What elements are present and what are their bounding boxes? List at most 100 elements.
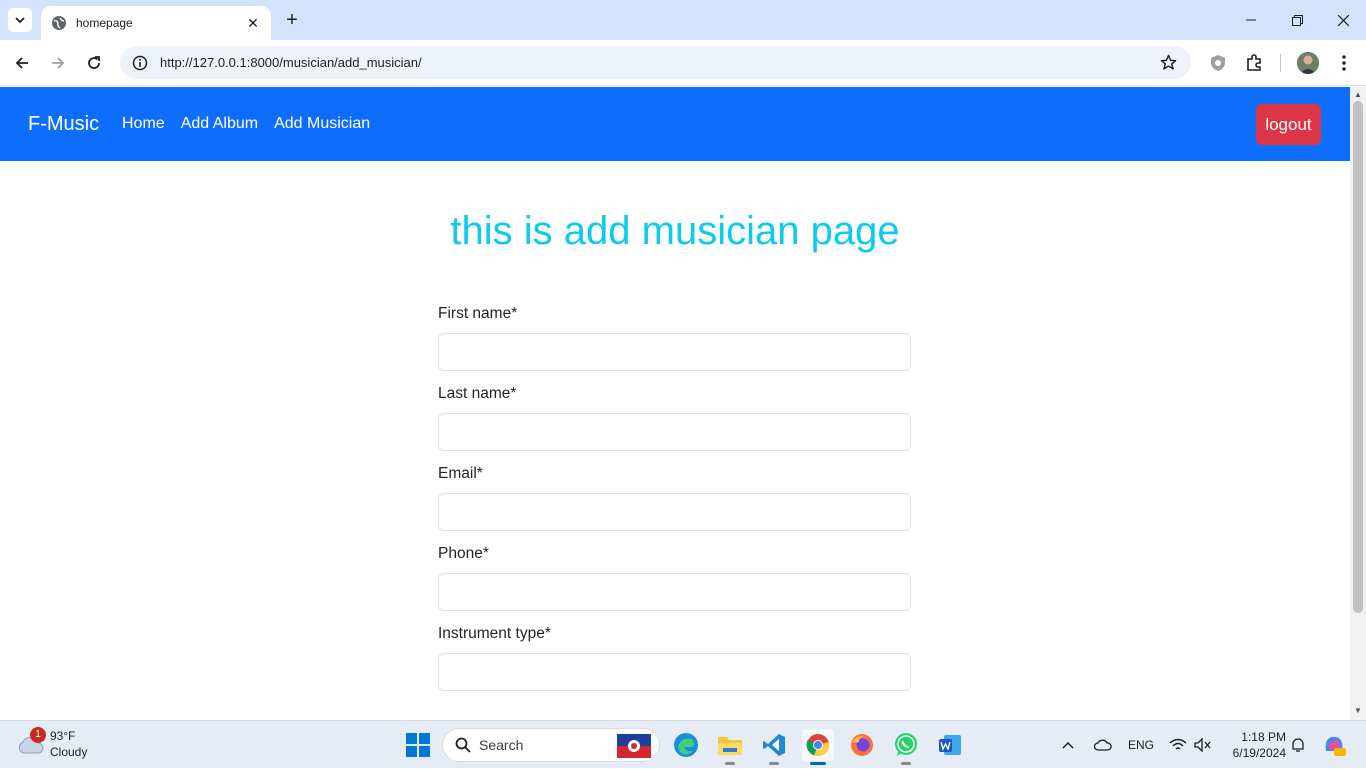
instrument-type-label: Instrument type* <box>438 625 551 642</box>
search-icon <box>455 737 471 753</box>
wifi-tray-icon[interactable] <box>1169 721 1187 769</box>
page-title: this is add musician page <box>450 209 900 253</box>
nav-link-add-musician[interactable]: Add Musician <box>274 115 370 133</box>
volume-tray-icon[interactable] <box>1194 721 1212 769</box>
back-button[interactable] <box>10 51 34 75</box>
copilot-button[interactable] <box>1322 721 1346 769</box>
taskbar-clock[interactable]: 1:18 PM 6/19/2024 <box>1224 729 1286 761</box>
clock-time: 1:18 PM <box>1241 730 1286 744</box>
profile-avatar[interactable] <box>1297 52 1319 74</box>
tab-search-button[interactable] <box>8 8 32 32</box>
restore-icon <box>1291 14 1303 26</box>
start-button[interactable] <box>402 729 434 761</box>
word-icon <box>939 735 961 755</box>
arrow-left-icon <box>15 57 28 69</box>
onedrive-tray-icon[interactable] <box>1094 721 1112 769</box>
instrument-type-input[interactable] <box>438 653 911 691</box>
scroll-down-arrow-icon[interactable]: ▼ <box>1354 707 1362 715</box>
weather-widget[interactable]: 1 93°F Cloudy <box>16 727 106 763</box>
scroll-up-arrow-icon[interactable]: ▲ <box>1354 91 1362 99</box>
brand-link[interactable]: F-Music <box>28 113 99 136</box>
puzzle-icon <box>1247 54 1261 71</box>
site-info-icon[interactable] <box>132 55 148 71</box>
bell-icon <box>1292 738 1304 752</box>
logout-button[interactable]: logout <box>1256 104 1321 145</box>
minimize-button[interactable] <box>1228 0 1274 40</box>
chevron-down-icon <box>15 17 25 24</box>
scrollbar-thumb[interactable] <box>1353 101 1363 613</box>
windows-taskbar: 1 93°F Cloudy Search ENG 1:18 PM 6/19/20… <box>0 720 1366 768</box>
browser-toolbar: http://127.0.0.1:8000/musician/add_music… <box>0 40 1366 86</box>
reload-button[interactable] <box>82 51 106 75</box>
language-indicator[interactable]: ENG <box>1128 721 1154 769</box>
weather-condition: Cloudy <box>50 745 88 759</box>
shield-extension-button[interactable] <box>1207 52 1229 74</box>
phone-label: Phone* <box>438 545 489 562</box>
address-bar[interactable]: http://127.0.0.1:8000/musician/add_music… <box>120 46 1191 79</box>
notifications-button[interactable] <box>1290 721 1306 769</box>
bookmark-star-icon[interactable] <box>1160 54 1177 71</box>
avatar-icon <box>1297 52 1319 74</box>
copilot-icon <box>1325 737 1346 756</box>
minimize-icon <box>1246 19 1256 21</box>
edge-icon <box>674 733 698 757</box>
close-window-button[interactable] <box>1320 0 1366 40</box>
weather-badge: 1 <box>30 727 46 743</box>
last-name-label: Last name* <box>438 385 517 402</box>
wifi-icon <box>1169 738 1187 750</box>
new-tab-button[interactable]: + <box>281 9 303 31</box>
instrument-type-field: Instrument type* <box>438 625 911 691</box>
whatsapp-icon <box>895 733 917 756</box>
restore-button[interactable] <box>1274 0 1320 40</box>
site-navbar: F-Music Home Add Album Add Musician logo… <box>0 87 1350 161</box>
taskbar-app-word[interactable] <box>934 729 966 761</box>
search-highlight-icon <box>617 734 651 758</box>
taskbar-app-firefox[interactable] <box>846 729 878 761</box>
first-name-field: First name* <box>438 305 911 371</box>
file-explorer-icon <box>718 737 742 755</box>
windows-logo-icon <box>406 733 430 757</box>
email-input[interactable] <box>438 493 911 531</box>
nav-link-add-album[interactable]: Add Album <box>181 115 258 133</box>
taskbar-app-vscode[interactable] <box>758 729 790 765</box>
taskbar-app-chrome[interactable] <box>802 729 834 765</box>
arrow-right-icon <box>52 57 65 69</box>
url-text[interactable]: http://127.0.0.1:8000/musician/add_music… <box>160 55 422 70</box>
shield-icon <box>1211 55 1225 71</box>
phone-input[interactable] <box>438 573 911 611</box>
app-running-indicator <box>725 762 735 765</box>
app-running-indicator <box>901 762 911 765</box>
volume-muted-icon <box>1194 738 1211 752</box>
firefox-icon <box>851 734 873 756</box>
close-tab-icon[interactable]: ✕ <box>245 15 261 32</box>
web-page: F-Music Home Add Album Add Musician logo… <box>0 87 1350 720</box>
vscode-icon <box>763 734 785 756</box>
first-name-input[interactable] <box>438 333 911 371</box>
taskbar-search[interactable]: Search <box>442 728 660 762</box>
phone-field: Phone* <box>438 545 911 611</box>
onedrive-cloud-icon <box>1094 739 1112 751</box>
email-label: Email* <box>438 465 483 482</box>
show-hidden-icons-button[interactable] <box>1062 721 1074 769</box>
app-running-indicator <box>769 762 779 765</box>
extensions-button[interactable] <box>1243 52 1265 74</box>
last-name-input[interactable] <box>438 413 911 451</box>
browser-menu-button[interactable] <box>1333 52 1355 74</box>
tab-title: homepage <box>76 16 133 30</box>
globe-icon <box>52 16 66 30</box>
forward-button[interactable] <box>46 51 70 75</box>
last-name-field: Last name* <box>438 385 911 451</box>
browser-tab[interactable]: homepage ✕ <box>41 6 271 40</box>
toolbar-divider <box>1280 54 1281 72</box>
search-label: Search <box>479 737 524 753</box>
more-vertical-icon <box>1342 55 1346 71</box>
first-name-label: First name* <box>438 305 518 322</box>
taskbar-app-file-explorer[interactable] <box>714 729 746 765</box>
app-active-indicator <box>810 762 826 765</box>
nav-link-home[interactable]: Home <box>122 115 165 133</box>
taskbar-app-edge[interactable] <box>670 729 702 761</box>
taskbar-app-whatsapp[interactable] <box>890 729 922 765</box>
clock-date: 6/19/2024 <box>1232 746 1286 760</box>
page-scrollbar[interactable]: ▲ ▼ <box>1350 87 1366 720</box>
reload-icon <box>88 56 100 69</box>
